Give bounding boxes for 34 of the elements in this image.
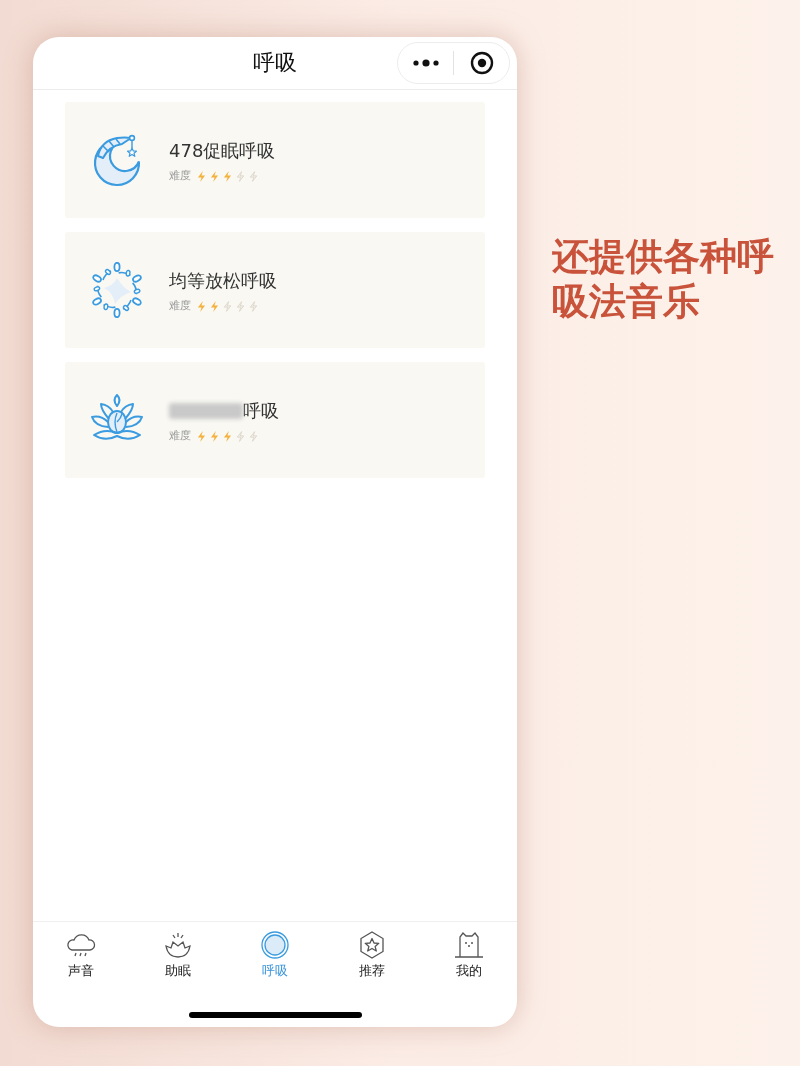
card-title: 均等放松呼吸 [169,269,277,293]
bolt-icon [249,430,258,442]
breathing-card[interactable]: 均等放松呼吸 难度 [65,232,485,348]
leaf-wreath-icon [89,262,145,318]
difficulty-label: 难度 [169,299,191,313]
bolt-icon [197,430,206,442]
bolt-icon [249,300,258,312]
bolt-icon [236,170,245,182]
card-title: 呼吸 [243,399,279,423]
more-icon [412,59,439,67]
ring-icon [259,929,291,961]
breathing-card[interactable]: 478促眠呼吸 难度 [65,102,485,218]
breathing-card[interactable]: 呼吸 难度 [65,362,485,478]
bolt-icon [223,300,232,312]
tab-item[interactable]: 助眠 [129,929,227,979]
target-icon [469,51,494,75]
caption-text: 还提供各种呼吸法音乐 [552,234,775,324]
bolt-icon [210,430,219,442]
tab-item[interactable]: 推荐 [323,929,421,979]
bolt-icon [236,430,245,442]
bolt-icon [236,300,245,312]
tab-item[interactable]: 我的 [420,929,517,979]
bolt-icon [210,170,219,182]
bolt-icon [249,170,258,182]
bolt-icon [223,430,232,442]
tab-item[interactable]: 声音 [33,929,130,979]
bolt-icon [197,170,206,182]
bolt-icon [197,300,206,312]
bolt-icon [223,170,232,182]
difficulty-label: 难度 [169,429,191,443]
bolt-icon [210,300,219,312]
difficulty-label: 难度 [169,169,191,183]
page-title: 呼吸 [253,52,297,74]
card-title: 478促眠呼吸 [169,139,276,163]
